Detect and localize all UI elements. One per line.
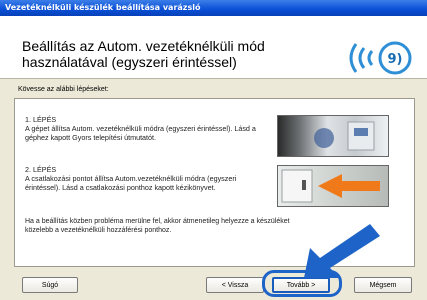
back-button[interactable]: < Vissza xyxy=(206,277,264,293)
access-point-photo xyxy=(277,165,389,207)
note-text: Ha a beállítás közben probléma merülne f… xyxy=(25,218,290,234)
step-2-title: 2. LÉPÉS xyxy=(25,165,57,174)
wireless-logo-icon: 9) xyxy=(340,40,414,76)
machine-photo xyxy=(277,115,389,157)
step-1-title: 1. LÉPÉS xyxy=(25,115,57,124)
step-2-text: A csatlakozási pontot állítsa Autom.veze… xyxy=(25,174,237,192)
pointer-arrow-icon xyxy=(304,224,380,278)
step-2: 2. LÉPÉS A csatlakozási pontot állítsa A… xyxy=(25,165,265,192)
svg-text:9): 9) xyxy=(388,52,403,67)
page-title-line2: használatával (egyszeri érintéssel) xyxy=(22,54,237,70)
step-1: 1. LÉPÉS A gépet állítsa Autom. vezetékn… xyxy=(25,115,265,142)
machine-illustration-icon xyxy=(314,121,375,151)
instructions-text: Kövesse az alábbi lépéseket: xyxy=(18,86,109,93)
window-titlebar: Vezetéknélküli készülék beállítása varáz… xyxy=(0,0,427,16)
access-point-arrow-icon xyxy=(281,169,380,203)
step-1-text: A gépet állítsa Autom. vezetéknélküli mó… xyxy=(25,124,256,142)
page-title-line1: Beállítás az Autom. vezetéknélküli mód xyxy=(22,38,265,54)
help-button[interactable]: Súgó xyxy=(22,277,78,293)
wizard-window: Vezetéknélküli készülék beállítása varáz… xyxy=(0,0,427,300)
wizard-header: Beállítás az Autom. vezetéknélküli mód h… xyxy=(0,16,427,79)
page-title: Beállítás az Autom. vezetéknélküli mód h… xyxy=(22,38,312,70)
